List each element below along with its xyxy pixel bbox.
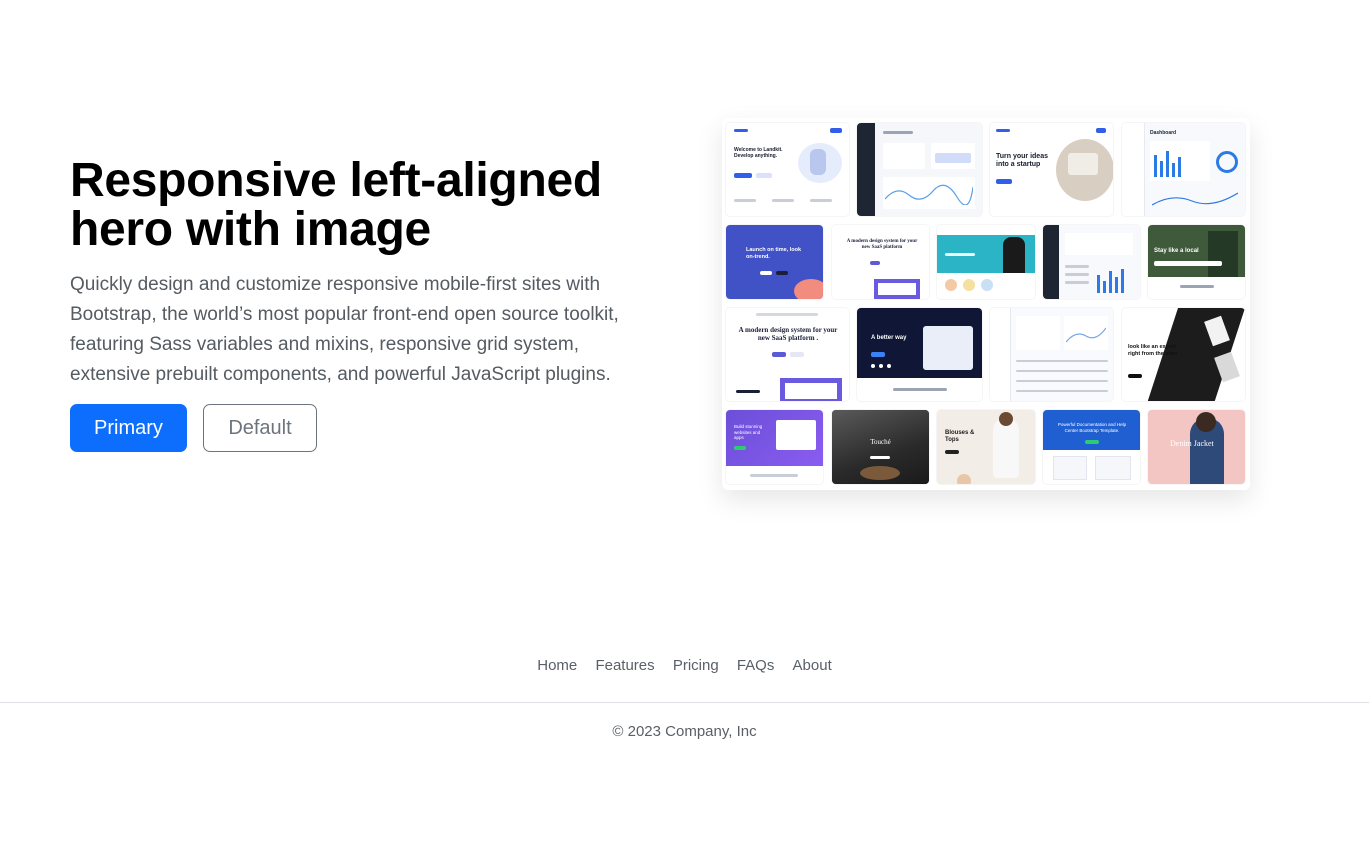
theme-preview-heading: Welcome to Landkit. Develop anything. [734, 147, 783, 159]
copyright-text: © 2023 Company, Inc [612, 723, 757, 740]
footer-divider [0, 702, 1369, 703]
theme-preview-startup: Turn your ideas into a startup [990, 123, 1113, 216]
theme-preview-teal-product [937, 225, 1035, 299]
theme-preview-heading: Stay like a local [1154, 248, 1199, 254]
theme-preview-purple-landing: Build stunning websites and apps [726, 410, 823, 484]
theme-preview-heading: A modern design system for your new SaaS… [738, 326, 838, 342]
theme-preview-heading: A modern design system for your new SaaS… [846, 239, 918, 250]
primary-button[interactable]: Primary [70, 404, 187, 452]
hero-title: Responsive left-aligned hero with image [70, 154, 602, 256]
footer-link-about[interactable]: About [793, 657, 832, 674]
theme-preview-restaurant: Touché [832, 410, 929, 484]
footer-link-features[interactable]: Features [595, 657, 654, 674]
theme-preview-analytics [990, 308, 1113, 401]
hero-image-bootstrap-themes: Welcome to Landkit. Develop anything. Tu… [722, 118, 1250, 490]
theme-preview-heading: Denim Jacket [1170, 439, 1214, 448]
theme-preview-heading: Dashboard [1150, 130, 1177, 136]
theme-preview-dashkit: Dashboard [1122, 123, 1245, 216]
theme-preview-heading: Turn your ideas into a startup [996, 153, 1048, 168]
theme-preview-heading: Build stunning websites and apps [734, 424, 763, 440]
theme-preview-documentation: Powerful Documentation and Help Center B… [1043, 410, 1140, 484]
theme-preview-heading: Launch on time, look on-trend. [746, 247, 802, 260]
theme-preview-heading: Powerful Documentation and Help Center B… [1057, 422, 1127, 433]
theme-preview-fashion: Blouses & Tops [937, 410, 1035, 484]
hero-section: Responsive left-aligned hero with image … [0, 0, 1369, 620]
theme-preview-heading: Touché [870, 438, 891, 446]
theme-preview-heading: A better way [871, 335, 907, 341]
hero-lead: Quickly design and customize responsive … [70, 274, 619, 385]
theme-preview-travel: Stay like a local [1148, 225, 1245, 299]
theme-preview-launch: Launch on time, look on-trend. [726, 225, 823, 299]
theme-preview-saas: A modern design system for your new SaaS… [726, 308, 849, 401]
theme-preview-admin-dark [1043, 225, 1140, 299]
theme-preview-dashboard-dark [857, 123, 982, 216]
theme-preview-heading: Blouses & Tops [945, 430, 975, 443]
footer-link-home[interactable]: Home [537, 657, 577, 674]
theme-preview-landkit: Welcome to Landkit. Develop anything. [726, 123, 849, 216]
theme-preview-denim: Denim Jacket [1148, 410, 1245, 484]
footer-nav: Home Features Pricing FAQs About [0, 655, 1369, 677]
theme-preview-saas-small: A modern design system for your new SaaS… [832, 225, 929, 299]
theme-preview-agency: look like an expert right from the start [1122, 308, 1245, 401]
footer-link-pricing[interactable]: Pricing [673, 657, 719, 674]
footer-link-faqs[interactable]: FAQs [737, 657, 775, 674]
theme-preview-heading: look like an expert right from the start [1128, 344, 1178, 357]
theme-preview-better-way: A better way [857, 308, 982, 401]
default-button[interactable]: Default [203, 404, 317, 452]
